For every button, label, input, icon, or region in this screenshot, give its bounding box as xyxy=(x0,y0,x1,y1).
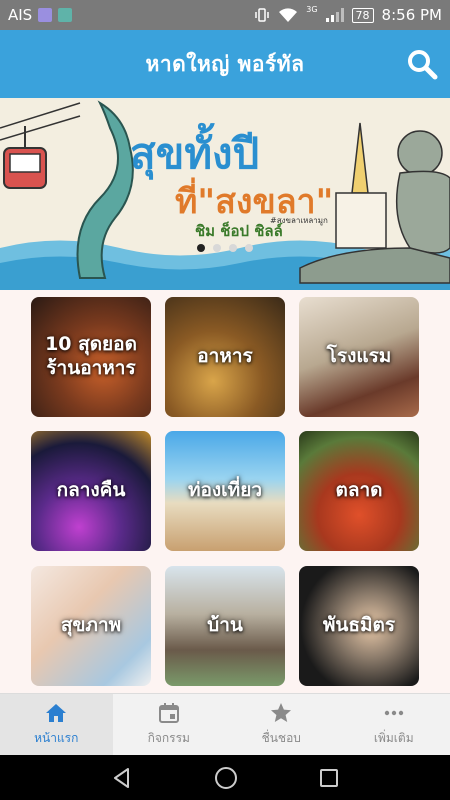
carousel-dot[interactable] xyxy=(213,244,221,252)
bottom-navigation: หน้าแรก กิจกรรม ชื่นชอบ เพิ่มเติม xyxy=(0,693,450,755)
nav-favorites[interactable]: ชื่นชอบ xyxy=(225,694,338,755)
carrier-label: AIS xyxy=(8,6,33,24)
network-type: 3G xyxy=(306,4,318,14)
clock: 8:56 PM xyxy=(381,6,442,24)
category-label: บ้าน xyxy=(207,614,243,637)
category-label: กลางคืน xyxy=(56,479,126,502)
nav-label: เพิ่มเติม xyxy=(373,731,414,745)
wifi-icon xyxy=(279,8,298,22)
more-icon xyxy=(384,710,403,716)
category-label: อาหาร xyxy=(197,345,253,368)
vibrate-icon xyxy=(255,8,269,22)
carousel-dot[interactable] xyxy=(197,244,205,252)
carousel-dot[interactable] xyxy=(245,244,253,252)
notification-icon xyxy=(38,8,53,22)
banner-artwork: สุขทั้งปี ที่"สงขลา" ชิม ช็อป ชิลล์ #สงข… xyxy=(0,98,450,290)
recents-icon[interactable] xyxy=(318,767,340,789)
carousel-dot[interactable] xyxy=(229,244,237,252)
home-button-icon[interactable] xyxy=(213,765,239,791)
category-tile-food[interactable]: อาหาร xyxy=(165,297,285,417)
nav-more[interactable]: เพิ่มเติม xyxy=(338,694,450,755)
banner-hashtag: #สงขลาเหลามูก xyxy=(270,216,328,226)
nav-label: กิจกรรม xyxy=(147,731,190,745)
nav-label: ชื่นชอบ xyxy=(261,731,301,745)
system-navigation-bar xyxy=(0,755,450,800)
home-icon xyxy=(46,704,67,722)
category-label: สุขภาพ xyxy=(60,614,122,637)
category-tile-hotel[interactable]: โรงแรม xyxy=(299,297,419,417)
category-tile-health[interactable]: สุขภาพ xyxy=(31,566,151,686)
calendar-icon xyxy=(158,703,179,723)
nav-label: หน้าแรก xyxy=(34,731,79,745)
nav-home[interactable]: หน้าแรก xyxy=(0,694,113,755)
category-tile-nightlife[interactable]: กลางคืน xyxy=(31,431,151,551)
back-icon[interactable] xyxy=(110,766,134,790)
category-label: 10 สุดยอดร้านอาหาร xyxy=(45,333,137,379)
battery-level: 78 xyxy=(351,7,374,23)
category-label: โรงแรม xyxy=(326,345,392,368)
category-grid: 10 สุดยอดร้านอาหาร อาหาร โรงแรม กลางคืน … xyxy=(0,290,450,693)
banner-headline-1: สุขทั้งปี xyxy=(130,122,259,180)
category-tile-travel[interactable]: ท่องเที่ยว xyxy=(165,431,285,551)
app-title: หาดใหญ่ พอร์ทัล xyxy=(145,51,305,76)
category-label: ท่องเที่ยว xyxy=(187,479,263,502)
carousel-dots[interactable] xyxy=(0,244,450,252)
category-tile-market[interactable]: ตลาด xyxy=(299,431,419,551)
promo-banner[interactable]: สุขทั้งปี ที่"สงขลา" ชิม ช็อป ชิลล์ #สงข… xyxy=(0,98,450,290)
category-label: พันธมิตร xyxy=(322,614,396,637)
category-tile-house[interactable]: บ้าน xyxy=(165,566,285,686)
nav-activities[interactable]: กิจกรรม xyxy=(113,694,226,755)
category-tile-partners[interactable]: พันธมิตร xyxy=(299,566,419,686)
star-icon xyxy=(271,703,292,722)
signal-icon xyxy=(325,8,344,22)
category-label: ตลาด xyxy=(335,479,383,502)
app-header: หาดใหญ่ พอร์ทัล xyxy=(0,30,450,98)
gallery-icon xyxy=(58,8,73,22)
status-bar: AIS 3G 78 8:56 PM xyxy=(0,0,450,30)
category-tile-restaurants[interactable]: 10 สุดยอดร้านอาหาร xyxy=(31,297,151,417)
search-icon[interactable] xyxy=(406,48,438,80)
